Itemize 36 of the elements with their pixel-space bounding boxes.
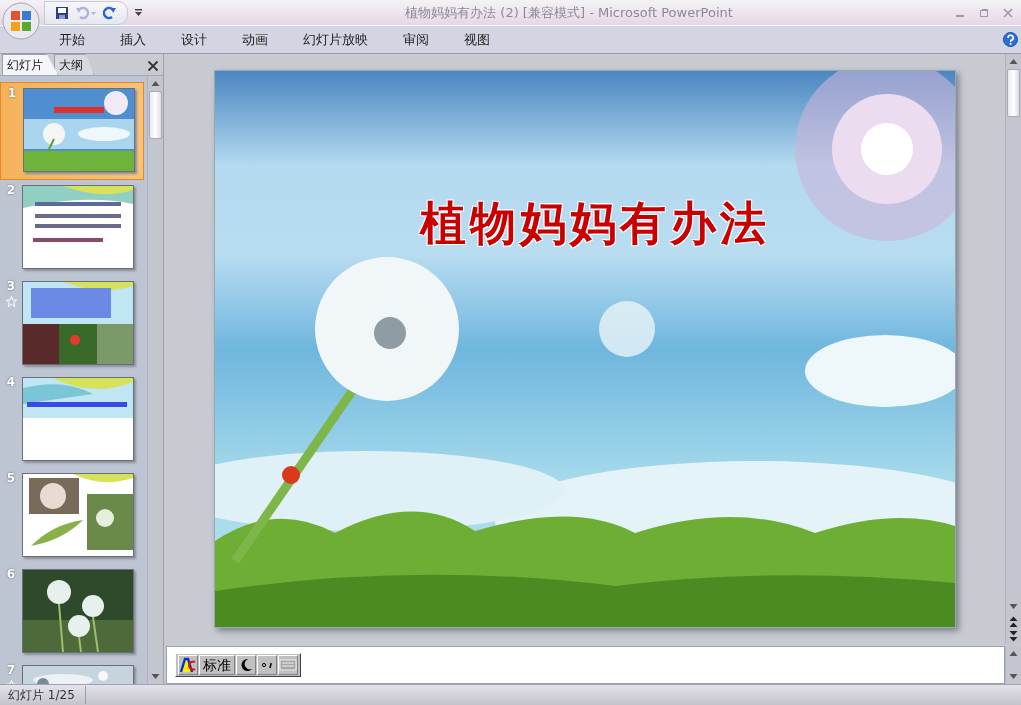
window-title: 植物妈妈有办法 (2) [兼容模式] - Microsoft PowerPoint <box>404 3 734 22</box>
slide-number: 3 <box>6 279 16 293</box>
slide-canvas[interactable]: 植物妈妈有办法 <box>213 70 956 628</box>
save-icon[interactable] <box>55 5 69 20</box>
slide-number: 7 <box>6 663 16 677</box>
panel-tab[interactable]: 大纲 <box>54 54 94 75</box>
punctuation-icon[interactable] <box>257 655 277 675</box>
slide-number: 2 <box>6 183 16 197</box>
help-icon[interactable] <box>1003 32 1018 47</box>
slide-number: 4 <box>6 375 16 389</box>
ribbon-tab[interactable]: 幻灯片放映 <box>290 26 381 53</box>
keyboard-icon[interactable] <box>278 655 298 675</box>
ribbon-tab[interactable]: 审阅 <box>390 26 442 53</box>
input-mode-toggle[interactable]: 标准 <box>199 655 235 675</box>
redo-icon[interactable] <box>103 5 117 20</box>
notes-pane[interactable]: 标准 <box>166 646 1005 684</box>
ribbon-tab[interactable]: 开始 <box>46 26 98 53</box>
moon-icon[interactable] <box>236 655 256 675</box>
scroll-thumb[interactable] <box>1007 69 1020 117</box>
ribbon-tab[interactable]: 设计 <box>168 26 220 53</box>
slide-number: 1 <box>7 86 17 100</box>
close-icon[interactable] <box>147 60 159 72</box>
slide-position: 幻灯片 1/25 <box>0 686 86 704</box>
panel-tab[interactable]: 幻灯片 <box>2 54 58 75</box>
slide-title[interactable]: 植物妈妈有办法 <box>354 193 835 255</box>
ribbon-tab[interactable]: 插入 <box>107 26 159 53</box>
restore-icon[interactable] <box>979 7 989 18</box>
slide-number: 6 <box>6 567 16 581</box>
input-method-icon[interactable] <box>178 655 198 675</box>
scrollbar[interactable] <box>147 76 163 684</box>
customize-menu-icon[interactable] <box>134 7 143 18</box>
scroll-thumb[interactable] <box>149 91 162 139</box>
ribbon-tab[interactable]: 动画 <box>229 26 281 53</box>
ribbon-tab[interactable]: 视图 <box>451 26 503 53</box>
slide-number: 5 <box>6 471 16 485</box>
scrollbar[interactable] <box>1005 54 1021 644</box>
